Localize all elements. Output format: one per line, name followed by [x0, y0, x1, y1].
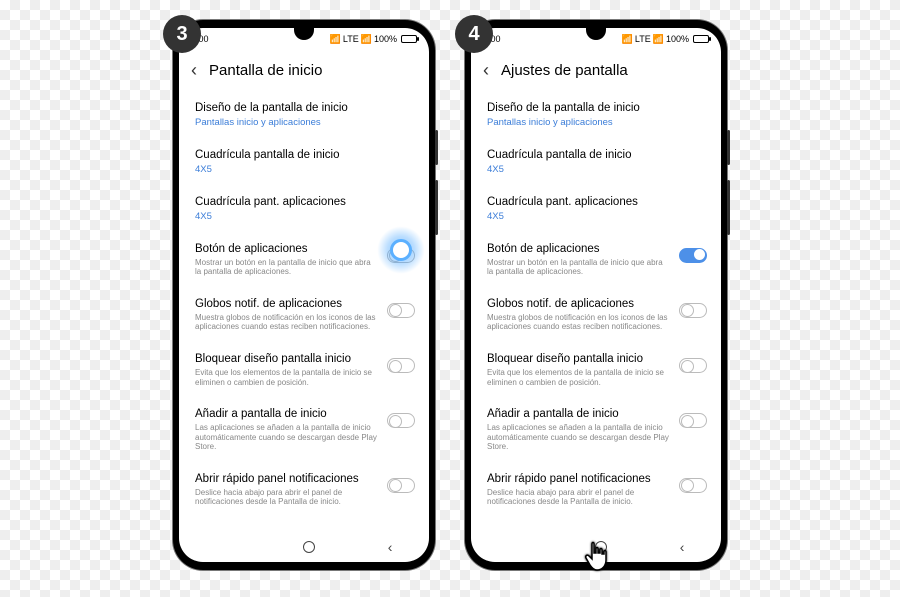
- nav-recent-icon[interactable]: [508, 546, 522, 548]
- item-title: Diseño de la pantalla de inicio: [487, 101, 707, 116]
- item-layout[interactable]: Diseño de la pantalla de inicio Pantalla…: [195, 91, 415, 138]
- network-icon: 📶: [622, 34, 633, 45]
- item-desc: Las aplicaciones se añaden a la pantalla…: [195, 423, 379, 452]
- item-desc: Evita que los elementos de la pantalla d…: [195, 368, 379, 387]
- battery-icon: [693, 35, 709, 43]
- item-apps-button[interactable]: Botón de aplicaciones Mostrar un botón e…: [487, 232, 707, 287]
- item-desc: Muestra globos de notificación en los ic…: [487, 313, 671, 332]
- item-value: Pantallas inicio y aplicaciones: [487, 117, 707, 128]
- page-title: Ajustes de pantalla: [501, 62, 628, 79]
- item-lock-layout[interactable]: Bloquear diseño pantalla inicio Evita qu…: [487, 342, 707, 397]
- item-title: Cuadrícula pantalla de inicio: [487, 148, 707, 163]
- nav-home-icon[interactable]: [303, 541, 315, 553]
- item-badges[interactable]: Globos notif. de aplicaciones Muestra gl…: [487, 287, 707, 342]
- battery-icon: [401, 35, 417, 43]
- signal-icon: 📶: [653, 34, 664, 45]
- item-value: 4X5: [487, 211, 707, 222]
- toggle-badges[interactable]: [679, 303, 707, 318]
- item-desc: Evita que los elementos de la pantalla d…: [487, 368, 671, 387]
- lte-label: LTE: [635, 34, 651, 44]
- toggle-apps-button[interactable]: [679, 248, 707, 263]
- battery-label: 100%: [666, 34, 689, 44]
- settings-list[interactable]: Diseño de la pantalla de inicio Pantalla…: [179, 91, 429, 532]
- item-quick-panel[interactable]: Abrir rápido panel notificaciones Deslic…: [487, 462, 707, 517]
- status-icons: 📶 LTE 📶 100%: [330, 34, 417, 45]
- toggle-quick-panel[interactable]: [387, 478, 415, 493]
- step-badge: 3: [163, 15, 201, 53]
- item-desc: Mostrar un botón en la pantalla de inici…: [195, 258, 379, 277]
- item-title: Diseño de la pantalla de inicio: [195, 101, 415, 116]
- item-home-grid[interactable]: Cuadrícula pantalla de inicio 4X5: [195, 138, 415, 185]
- toggle-add-home[interactable]: [387, 413, 415, 428]
- item-title: Abrir rápido panel notificaciones: [487, 472, 671, 487]
- item-title: Bloquear diseño pantalla inicio: [195, 352, 379, 367]
- item-title: Cuadrícula pantalla de inicio: [195, 148, 415, 163]
- item-desc: Deslice hacia abajo para abrir el panel …: [195, 488, 379, 507]
- item-value: 4X5: [195, 164, 415, 175]
- page-title: Pantalla de inicio: [209, 62, 322, 79]
- toggle-lock[interactable]: [679, 358, 707, 373]
- item-apps-grid[interactable]: Cuadrícula pant. aplicaciones 4X5: [487, 185, 707, 232]
- nav-bar: ‹: [471, 532, 721, 562]
- item-title: Bloquear diseño pantalla inicio: [487, 352, 671, 367]
- item-lock-layout[interactable]: Bloquear diseño pantalla inicio Evita qu…: [195, 342, 415, 397]
- item-apps-button[interactable]: Botón de aplicaciones Mostrar un botón e…: [195, 232, 415, 287]
- back-arrow-icon[interactable]: ‹: [483, 60, 489, 81]
- item-add-home[interactable]: Añadir a pantalla de inicio Las aplicaci…: [487, 397, 707, 462]
- nav-bar: ‹: [179, 532, 429, 562]
- step-4-container: 4 9:00 📶 LTE 📶 100% ‹ Ajustes de pantall…: [465, 20, 727, 570]
- step-3-container: 3 9:00 📶 LTE 📶 100% ‹ Pantalla de inicio: [173, 20, 435, 570]
- back-arrow-icon[interactable]: ‹: [191, 60, 197, 81]
- toggle-lock[interactable]: [387, 358, 415, 373]
- network-icon: 📶: [330, 34, 341, 45]
- phone-display: 9:00 📶 LTE 📶 100% ‹ Ajustes de pantalla …: [471, 28, 721, 562]
- battery-label: 100%: [374, 34, 397, 44]
- toggle-badges[interactable]: [387, 303, 415, 318]
- settings-list[interactable]: Diseño de la pantalla de inicio Pantalla…: [471, 91, 721, 532]
- toggle-add-home[interactable]: [679, 413, 707, 428]
- nav-home-icon[interactable]: [595, 541, 607, 553]
- item-desc: Muestra globos de notificación en los ic…: [195, 313, 379, 332]
- item-apps-grid[interactable]: Cuadrícula pant. aplicaciones 4X5: [195, 185, 415, 232]
- toggle-quick-panel[interactable]: [679, 478, 707, 493]
- nav-back-icon[interactable]: ‹: [680, 539, 685, 555]
- lte-label: LTE: [343, 34, 359, 44]
- item-desc: Mostrar un botón en la pantalla de inici…: [487, 258, 671, 277]
- item-badges[interactable]: Globos notif. de aplicaciones Muestra gl…: [195, 287, 415, 342]
- item-title: Añadir a pantalla de inicio: [195, 407, 379, 422]
- item-title: Cuadrícula pant. aplicaciones: [195, 195, 415, 210]
- toggle-apps-button[interactable]: [387, 248, 415, 263]
- item-home-grid[interactable]: Cuadrícula pantalla de inicio 4X5: [487, 138, 707, 185]
- item-desc: Deslice hacia abajo para abrir el panel …: [487, 488, 671, 507]
- item-desc: Las aplicaciones se añaden a la pantalla…: [487, 423, 671, 452]
- status-icons: 📶 LTE 📶 100%: [622, 34, 709, 45]
- item-title: Globos notif. de aplicaciones: [487, 297, 671, 312]
- item-title: Añadir a pantalla de inicio: [487, 407, 671, 422]
- item-layout[interactable]: Diseño de la pantalla de inicio Pantalla…: [487, 91, 707, 138]
- item-title: Globos notif. de aplicaciones: [195, 297, 379, 312]
- step-badge: 4: [455, 15, 493, 53]
- item-title: Botón de aplicaciones: [487, 242, 671, 257]
- screen-header: ‹ Ajustes de pantalla: [471, 50, 721, 91]
- item-value: 4X5: [195, 211, 415, 222]
- item-add-home[interactable]: Añadir a pantalla de inicio Las aplicaci…: [195, 397, 415, 462]
- item-value: Pantallas inicio y aplicaciones: [195, 117, 415, 128]
- item-title: Botón de aplicaciones: [195, 242, 379, 257]
- phone-frame: 9:00 📶 LTE 📶 100% ‹ Pantalla de inicio D…: [173, 20, 435, 570]
- screen-header: ‹ Pantalla de inicio: [179, 50, 429, 91]
- item-title: Cuadrícula pant. aplicaciones: [487, 195, 707, 210]
- nav-recent-icon[interactable]: [216, 546, 230, 548]
- signal-icon: 📶: [361, 34, 372, 45]
- phone-display: 9:00 📶 LTE 📶 100% ‹ Pantalla de inicio D…: [179, 28, 429, 562]
- nav-back-icon[interactable]: ‹: [388, 539, 393, 555]
- item-title: Abrir rápido panel notificaciones: [195, 472, 379, 487]
- item-value: 4X5: [487, 164, 707, 175]
- phone-frame: 9:00 📶 LTE 📶 100% ‹ Ajustes de pantalla …: [465, 20, 727, 570]
- item-quick-panel[interactable]: Abrir rápido panel notificaciones Deslic…: [195, 462, 415, 517]
